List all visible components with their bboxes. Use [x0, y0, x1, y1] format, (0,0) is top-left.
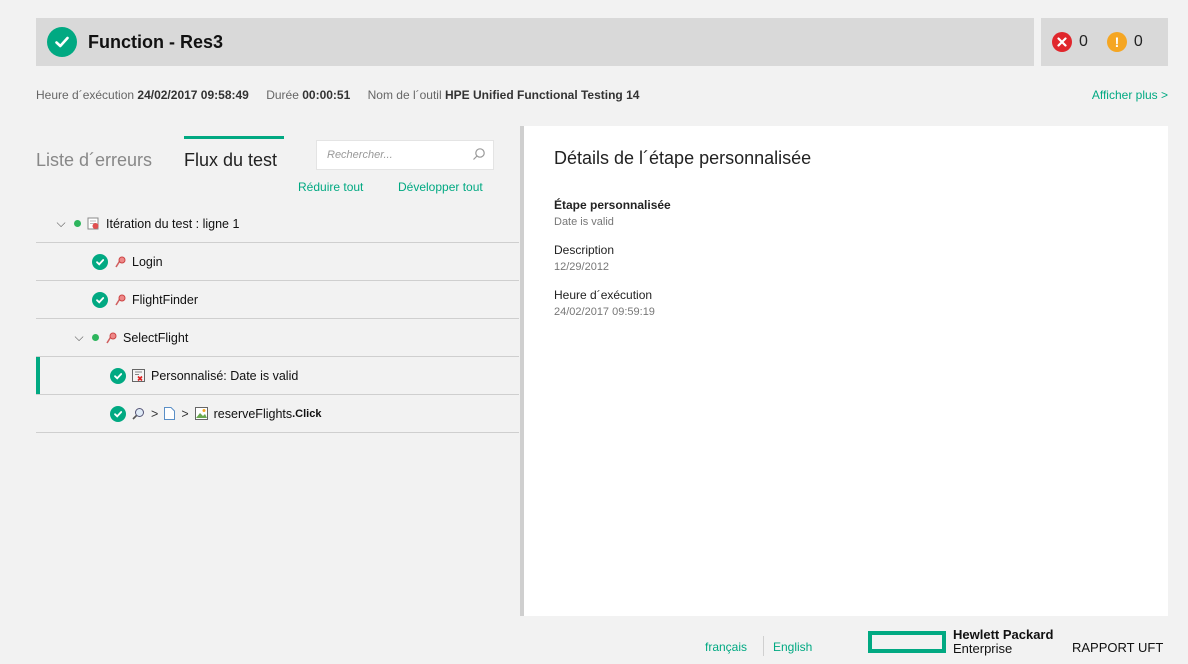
- report-label: RAPPORT UFT: [1072, 640, 1164, 655]
- iteration-icon: [87, 217, 100, 230]
- tree-row-reserve-click[interactable]: > > reserveFlights .Click: [36, 395, 519, 433]
- brand-name: Hewlett Packard Enterprise: [953, 628, 1053, 656]
- tab-error-list[interactable]: Liste d´erreurs: [36, 150, 152, 171]
- hpe-logo-icon: [868, 631, 946, 653]
- test-flow-tree: ⌵ Itération du test : ligne 1 Login Flig…: [36, 205, 519, 433]
- brand-line-1: Hewlett Packard: [953, 627, 1054, 642]
- detail-exec-time: Heure d´exécution 24/02/2017 09:59:19: [554, 288, 655, 318]
- passed-check-icon: [92, 253, 108, 270]
- tree-item-label: reserveFlights: [213, 406, 293, 421]
- action-icon: [105, 332, 117, 344]
- tree-item-label: Login: [132, 254, 163, 269]
- page-title: Function - Res3: [88, 31, 224, 52]
- expand-all-link[interactable]: Développer tout: [398, 180, 483, 194]
- status-dot-icon: [74, 220, 81, 227]
- exec-time-value: 24/02/2017 09:58:49: [137, 88, 249, 102]
- passed-check-icon: [92, 291, 108, 308]
- browser-magnifier-icon: [132, 407, 145, 420]
- passed-check-icon: [110, 367, 126, 384]
- search-input[interactable]: Rechercher...: [316, 140, 494, 170]
- search-icon[interactable]: [472, 147, 486, 164]
- language-french-link[interactable]: français: [705, 640, 747, 654]
- chevron-down-icon[interactable]: ⌵: [72, 330, 86, 345]
- tree-item-label: FlightFinder: [132, 292, 198, 307]
- tab-test-flow[interactable]: Flux du test: [184, 150, 277, 171]
- tree-item-label: Personnalisé: Date is valid: [151, 368, 299, 383]
- tree-row-login[interactable]: Login: [36, 243, 519, 281]
- action-icon: [114, 294, 126, 306]
- detail-step: Étape personnalisée Date is valid: [554, 198, 671, 228]
- language-english-link[interactable]: English: [773, 640, 812, 654]
- duration-value: 00:00:51: [302, 88, 351, 102]
- detail-step-value: Date is valid: [554, 216, 614, 228]
- tree-row-flightfinder[interactable]: FlightFinder: [36, 281, 519, 319]
- page-icon: [164, 407, 176, 420]
- footer-divider: [763, 636, 764, 656]
- search-placeholder: Rechercher...: [327, 149, 393, 161]
- exec-time-label: Heure d´exécution: [36, 88, 135, 102]
- show-more-link[interactable]: Afficher plus >: [1092, 88, 1168, 102]
- warning-count: 0: [1133, 33, 1143, 50]
- active-tab-indicator: [184, 136, 284, 139]
- tool-name-label: Nom de l´outil: [367, 88, 442, 102]
- brand-line-2: Enterprise: [953, 641, 1013, 656]
- report-header: Function - Res3: [36, 18, 1034, 66]
- run-info-bar: Heure d´exécution 24/02/2017 09:58:49 Du…: [36, 88, 1168, 102]
- chevron-down-icon[interactable]: ⌵: [54, 216, 68, 231]
- tree-item-label: SelectFlight: [123, 330, 189, 345]
- tree-item-action: .Click: [292, 407, 322, 420]
- tree-row-iteration[interactable]: ⌵ Itération du test : ligne 1: [36, 205, 519, 243]
- tree-item-label: Itération du test : ligne 1: [106, 216, 240, 231]
- error-x-icon: [1052, 32, 1072, 52]
- status-dot-icon: [92, 334, 99, 341]
- custom-step-icon: [132, 369, 145, 382]
- error-count: 0: [1079, 33, 1088, 50]
- status-counters: 0 ! 0: [1041, 18, 1168, 66]
- detail-description: Description 12/29/2012: [554, 243, 614, 273]
- tree-row-selectflight[interactable]: ⌵ SelectFlight: [36, 319, 519, 357]
- details-title: Détails de l´étape personnalisée: [554, 148, 812, 168]
- image-icon: [194, 407, 208, 420]
- detail-description-label: Description: [554, 243, 615, 257]
- warning-exclamation-icon: !: [1106, 32, 1127, 52]
- detail-exec-time-label: Heure d´exécution: [554, 288, 653, 302]
- detail-step-label: Étape personnalisée: [554, 198, 671, 212]
- detail-description-value: 12/29/2012: [554, 261, 610, 273]
- collapse-all-link[interactable]: Réduire tout: [298, 180, 363, 194]
- step-details-panel: Détails de l´étape personnalisée Étape p…: [520, 126, 1168, 616]
- passed-check-icon: [47, 27, 77, 57]
- duration-label: Durée: [266, 88, 299, 102]
- passed-check-icon: [110, 405, 126, 422]
- action-icon: [114, 256, 126, 268]
- tool-name-value: HPE Unified Functional Testing 14: [444, 88, 640, 102]
- chevron-right-icon: >: [151, 406, 159, 421]
- chevron-right-icon: >: [181, 406, 189, 421]
- detail-exec-time-value: 24/02/2017 09:59:19: [554, 306, 655, 318]
- tree-row-custom-step[interactable]: Personnalisé: Date is valid: [36, 357, 519, 395]
